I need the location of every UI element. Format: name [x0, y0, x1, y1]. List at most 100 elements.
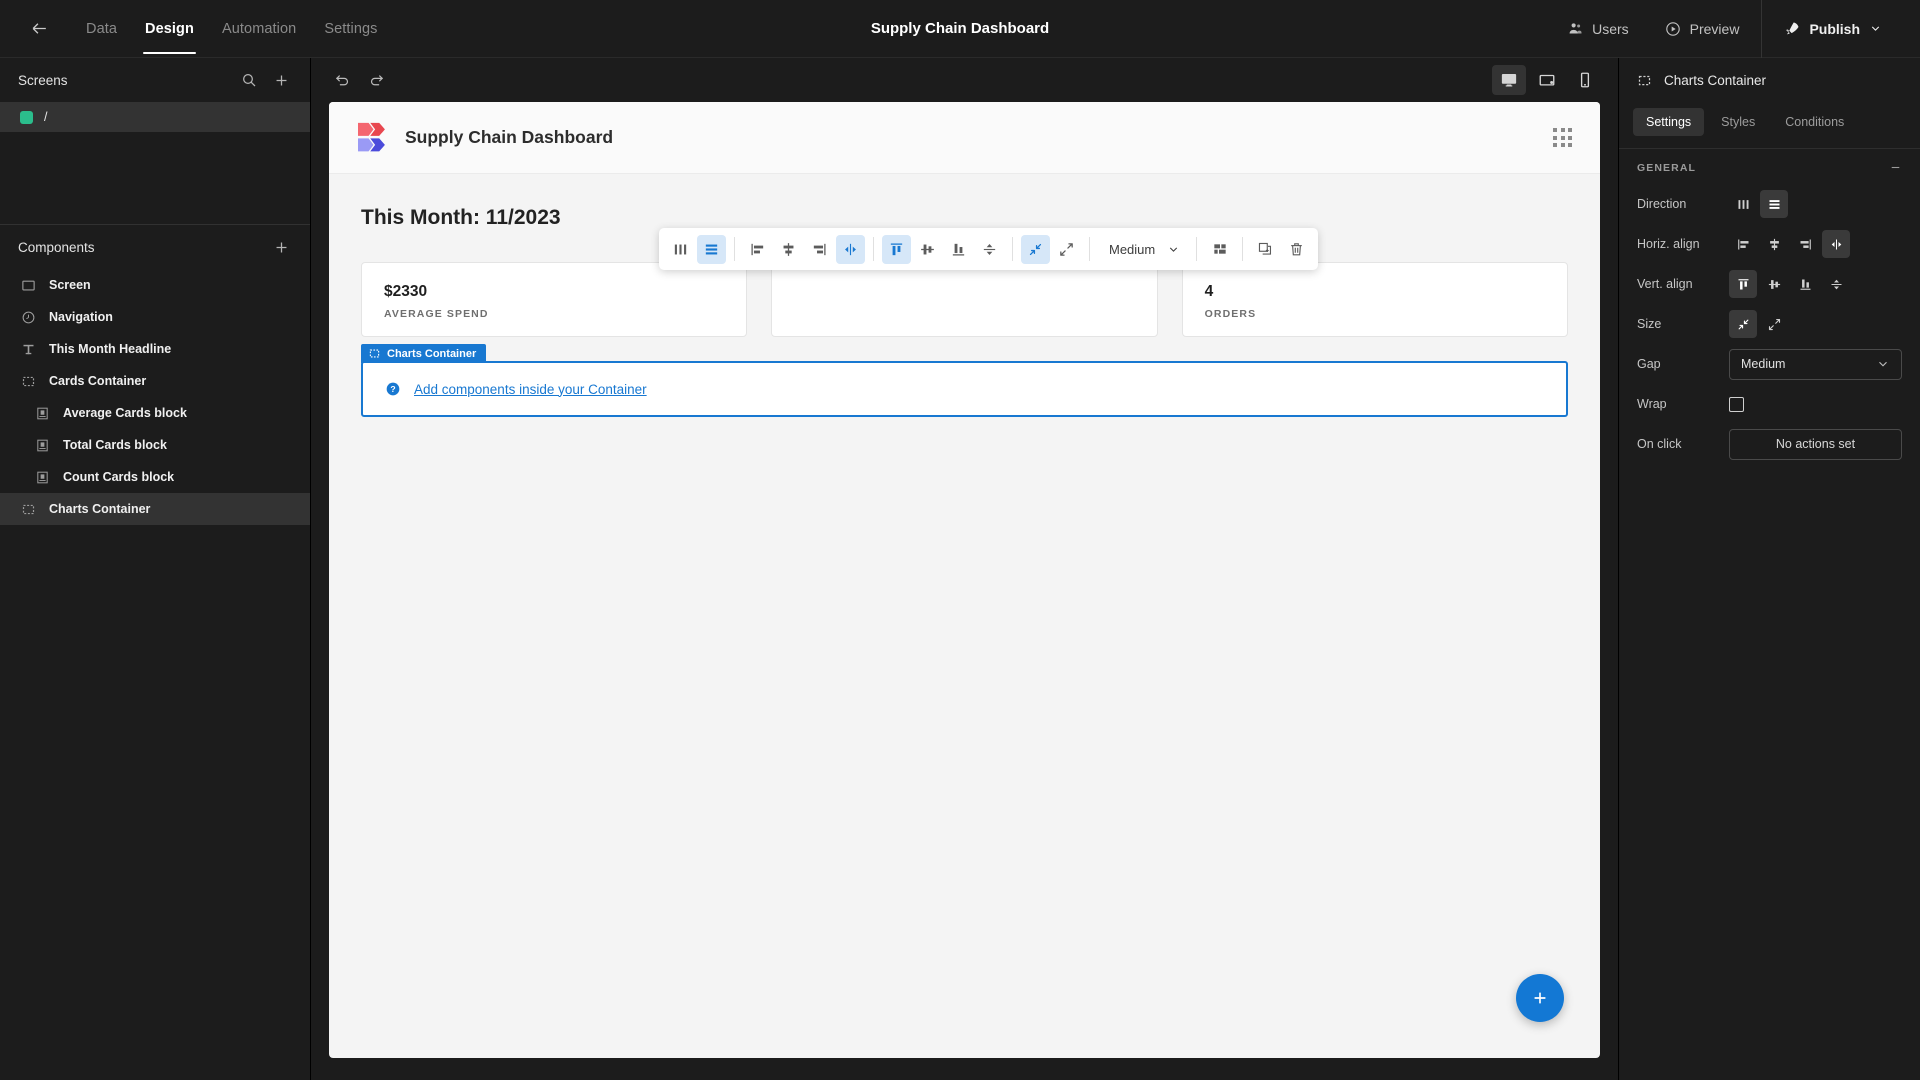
preview-button[interactable]: Preview [1647, 0, 1758, 57]
on-click-actions-button[interactable]: No actions set [1729, 428, 1902, 460]
block-icon [34, 405, 51, 422]
align-center-icon[interactable] [774, 235, 803, 264]
component-item-average-cards-block[interactable]: Average Cards block [0, 397, 310, 429]
align-right-icon[interactable] [1791, 230, 1819, 258]
row-vert-align: Vert. align [1637, 264, 1902, 304]
layout-icon[interactable] [1205, 235, 1234, 264]
nav-tab-settings[interactable]: Settings [310, 3, 391, 54]
align-right-icon[interactable] [805, 235, 834, 264]
component-item-cards-container[interactable]: Cards Container [0, 365, 310, 397]
direction-vertical-icon[interactable] [697, 234, 726, 264]
trash-icon[interactable] [1282, 235, 1311, 264]
minus-icon[interactable] [1889, 161, 1902, 174]
components-panel-header: Components [0, 225, 310, 269]
horiz-align-options [1729, 230, 1850, 258]
add-component-fab[interactable] [1516, 974, 1564, 1022]
users-button[interactable]: Users [1550, 0, 1647, 57]
component-item-total-cards-block[interactable]: Total Cards block [0, 429, 310, 461]
app-preview-title: Supply Chain Dashboard [405, 127, 614, 147]
add-component-icon[interactable] [270, 236, 292, 258]
screen-icon [20, 277, 37, 294]
add-screen-icon[interactable] [270, 69, 292, 91]
valign-space-icon[interactable] [975, 235, 1004, 264]
chevron-down-icon [1876, 357, 1890, 371]
screens-panel-header: Screens [0, 58, 310, 102]
nav-tab-data[interactable]: Data [72, 3, 131, 54]
direction-vertical-icon[interactable] [1760, 190, 1788, 218]
direction-horizontal-icon[interactable] [666, 235, 695, 264]
gap-select[interactable]: Medium [1729, 348, 1902, 380]
align-space-between-icon[interactable] [1822, 230, 1850, 258]
headline-text: This Month: 11/2023 [361, 206, 561, 229]
nav-tab-design[interactable]: Design [131, 3, 208, 54]
component-label: Count Cards block [63, 470, 175, 484]
top-bar-left: Data Design Automation Settings [0, 3, 392, 54]
mobile-icon[interactable] [1568, 65, 1602, 95]
valign-space-icon[interactable] [1822, 270, 1850, 298]
valign-middle-icon[interactable] [1760, 270, 1788, 298]
undo-icon[interactable] [327, 65, 357, 95]
grid-dots-icon[interactable] [1553, 128, 1572, 147]
size-shrink-icon[interactable] [1021, 234, 1050, 264]
nav-tab-automation[interactable]: Automation [208, 3, 310, 54]
align-space-between-icon[interactable] [836, 234, 865, 264]
component-item-charts-container[interactable]: Charts Container [0, 493, 310, 525]
valign-top-icon[interactable] [882, 234, 911, 264]
component-item-headline[interactable]: This Month Headline [0, 333, 310, 365]
toolbar-separator [1242, 237, 1244, 261]
size-shrink-icon[interactable] [1729, 310, 1757, 338]
chevron-down-icon [1167, 243, 1180, 256]
back-button[interactable] [22, 12, 56, 46]
row-horiz-align: Horiz. align [1637, 224, 1902, 264]
element-float-toolbar: Medium [659, 228, 1319, 270]
toolbar-separator [1089, 237, 1090, 261]
component-label: Navigation [49, 310, 113, 324]
add-components-link[interactable]: Add components inside your Container [414, 382, 647, 397]
app-canvas[interactable]: Supply Chain Dashboard This Month: 11/20… [329, 102, 1600, 1058]
app-logo [357, 122, 390, 153]
search-icon[interactable] [238, 69, 260, 91]
desktop-icon[interactable] [1492, 65, 1526, 95]
direction-label: Direction [1637, 197, 1687, 211]
row-direction: Direction [1637, 184, 1902, 224]
component-label: Total Cards block [63, 438, 167, 452]
screen-item-root[interactable]: / [0, 102, 310, 132]
valign-bottom-icon[interactable] [944, 235, 973, 264]
gap-select[interactable]: Medium [1098, 235, 1188, 264]
redo-icon[interactable] [361, 65, 391, 95]
size-grow-icon[interactable] [1760, 310, 1788, 338]
plus-icon [1530, 988, 1550, 1008]
component-item-count-cards-block[interactable]: Count Cards block [0, 461, 310, 493]
rocket-icon [1784, 21, 1800, 37]
align-center-icon[interactable] [1760, 230, 1788, 258]
valign-top-icon[interactable] [1729, 270, 1757, 298]
card-average-spend[interactable]: $2330 AVERAGE SPEND [361, 262, 748, 337]
tab-settings[interactable]: Settings [1633, 108, 1705, 136]
general-section-header: GENERAL [1619, 148, 1920, 184]
cards-container[interactable]: $2330 AVERAGE SPEND 4 ORDERS [361, 262, 1568, 337]
valign-bottom-icon[interactable] [1791, 270, 1819, 298]
size-grow-icon[interactable] [1052, 235, 1081, 264]
card-total[interactable] [771, 262, 1158, 337]
component-item-navigation[interactable]: Navigation [0, 301, 310, 333]
charts-container-selected[interactable]: Charts Container ? Add components inside… [361, 344, 1568, 417]
charts-container-tag: Charts Container [361, 344, 487, 363]
tab-styles[interactable]: Styles [1708, 108, 1768, 136]
tab-conditions[interactable]: Conditions [1772, 108, 1857, 136]
direction-horizontal-icon[interactable] [1729, 190, 1757, 218]
align-left-icon[interactable] [743, 235, 772, 264]
toolbar-separator [1196, 237, 1198, 261]
wrap-checkbox[interactable] [1729, 396, 1744, 412]
card-orders[interactable]: 4 ORDERS [1181, 262, 1568, 337]
align-left-icon[interactable] [1729, 230, 1757, 258]
duplicate-icon[interactable] [1251, 235, 1280, 264]
publish-button[interactable]: Publish [1766, 0, 1900, 57]
gap-select-value: Medium [1109, 241, 1156, 257]
gap-label: Gap [1637, 357, 1661, 371]
card-label: AVERAGE SPEND [384, 308, 489, 320]
component-item-screen[interactable]: Screen [0, 269, 310, 301]
tablet-icon[interactable] [1530, 65, 1564, 95]
chevron-down-icon[interactable] [1869, 22, 1882, 35]
top-bar-right: Users Preview Publish [1550, 0, 1920, 58]
valign-middle-icon[interactable] [913, 235, 942, 264]
